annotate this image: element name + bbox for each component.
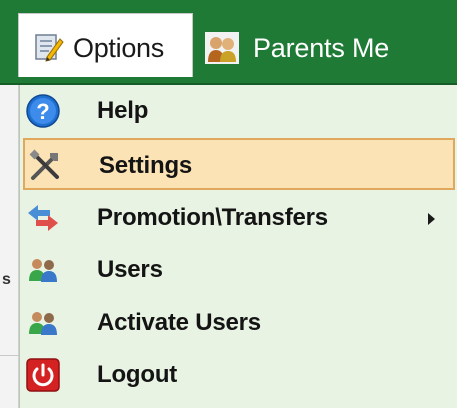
svg-text:?: ? bbox=[36, 99, 49, 124]
menu-item-help[interactable]: ? Help bbox=[20, 85, 457, 137]
background-partial-text: s bbox=[2, 271, 11, 288]
menu-item-label: Users bbox=[97, 256, 163, 283]
menu-parents-label: Parents Me bbox=[253, 32, 390, 63]
menu-item-promotion-transfers[interactable]: Promotion\Transfers bbox=[20, 192, 457, 244]
menu-item-label: Help bbox=[97, 97, 149, 124]
menu-parents[interactable]: Parents Me bbox=[205, 20, 389, 76]
menu-item-label: Settings bbox=[99, 152, 193, 179]
menu-item-label: Logout bbox=[97, 361, 178, 388]
menu-options[interactable]: Options bbox=[18, 13, 193, 77]
menu-item-logout[interactable]: Logout bbox=[20, 349, 457, 401]
notepad-edit-icon bbox=[35, 33, 64, 62]
top-menubar: Options Parents Me bbox=[0, 0, 457, 85]
activate-users-icon bbox=[25, 305, 61, 341]
users-icon bbox=[25, 252, 61, 288]
help-icon: ? bbox=[25, 93, 61, 129]
menu-item-activate-users[interactable]: Activate Users bbox=[20, 297, 457, 349]
options-dropdown: ? Help Settings Promotion\Transfers User… bbox=[19, 85, 457, 408]
menu-item-users[interactable]: Users bbox=[20, 244, 457, 296]
menu-options-label: Options bbox=[73, 33, 164, 63]
people-icon bbox=[205, 32, 239, 64]
submenu-arrow-icon bbox=[428, 213, 435, 225]
background-divider bbox=[0, 355, 19, 356]
tools-icon bbox=[27, 148, 63, 184]
menu-item-label: Promotion\Transfers bbox=[97, 204, 328, 231]
menu-item-settings[interactable]: Settings bbox=[23, 138, 455, 190]
background-page-edge: s bbox=[0, 85, 19, 408]
app-window: Options Parents Me s ? Help Settings Pro… bbox=[0, 0, 457, 408]
menu-item-label: Activate Users bbox=[97, 309, 261, 336]
power-icon bbox=[25, 357, 61, 393]
transfer-arrows-icon bbox=[25, 200, 61, 236]
